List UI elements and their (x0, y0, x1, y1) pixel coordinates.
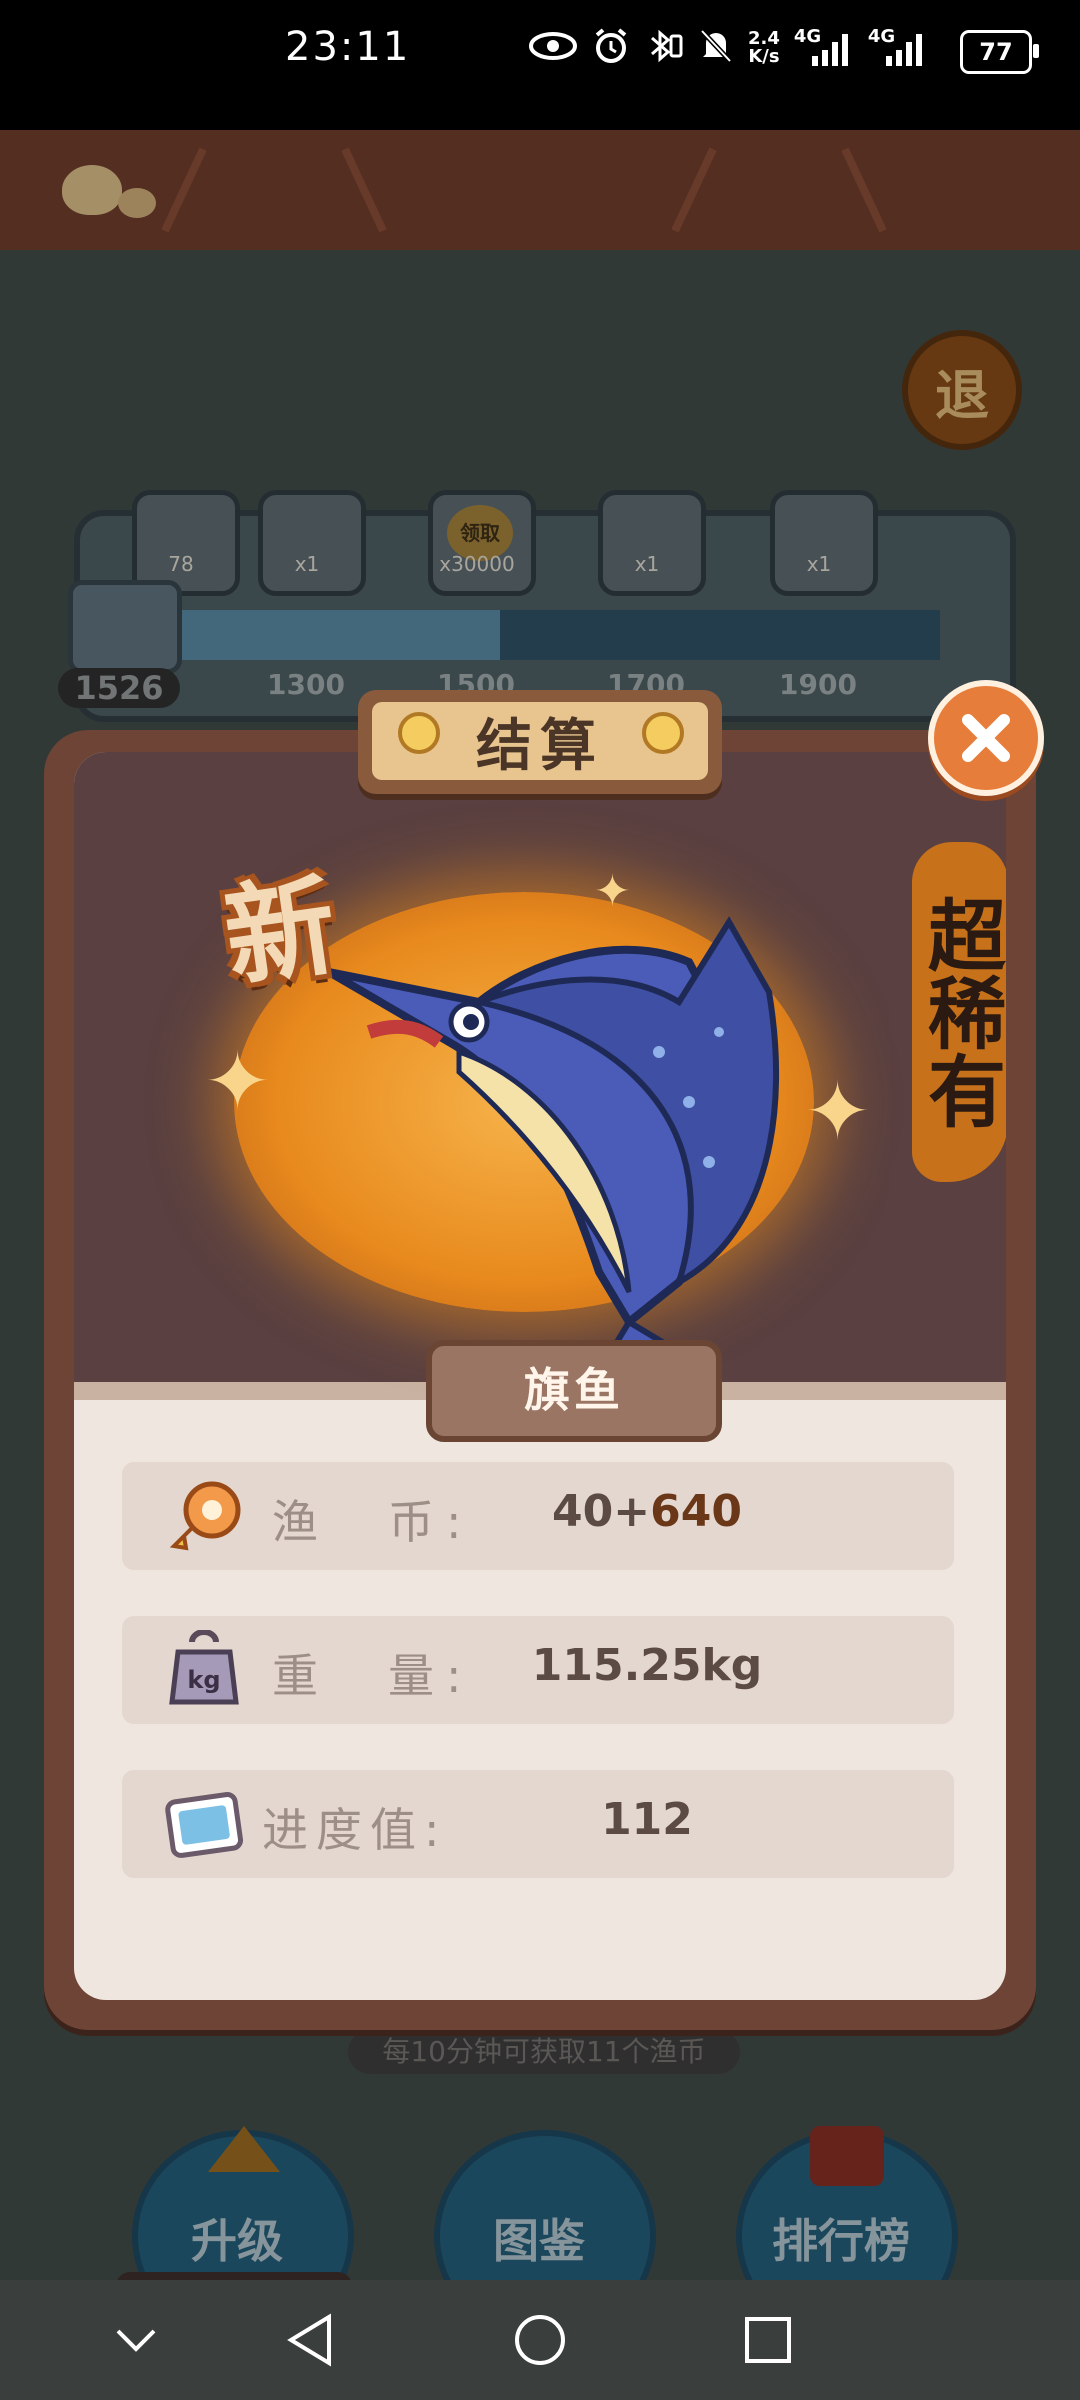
fish-coin-icon (169, 1481, 241, 1551)
close-icon (962, 714, 1010, 762)
nav-recents-button[interactable] (728, 2300, 808, 2380)
recents-square-icon (745, 2317, 791, 2363)
fish-name: 旗鱼 (426, 1340, 722, 1442)
weight-kg-icon: kg (169, 1630, 239, 1705)
rarity-tag: 超稀有 (912, 842, 1006, 1182)
dialog-title: 结算 (476, 713, 604, 779)
settlement-dialog: ✦ ✦ ✦ 新 超稀有 旗鱼 渔 币: 40+640 kg 重 量: 115.2… (44, 730, 1036, 2030)
nav-collapse-button[interactable] (96, 2300, 176, 2380)
status-time: 23:11 (285, 24, 411, 70)
new-tag: 新 (216, 859, 344, 1003)
sparkle-icon: ✦ (204, 1035, 272, 1128)
close-button[interactable] (928, 680, 1044, 796)
alarm-icon (592, 27, 630, 69)
progress-label: 进度值: (262, 1803, 448, 1857)
bluetooth-icon (644, 26, 684, 70)
settlement-dialog-body: ✦ ✦ ✦ 新 超稀有 旗鱼 渔 币: 40+640 kg 重 量: 115.2… (74, 752, 1006, 2000)
status-icons: 2.4 K/s 4G 4G (528, 20, 928, 76)
progress-card-icon (165, 1792, 244, 1858)
coin-base-value: 40+ (552, 1486, 651, 1537)
reward-row-weight: kg 重 量: 115.25kg (122, 1616, 954, 1724)
back-triangle-icon (287, 2313, 331, 2367)
mute-bell-icon (698, 27, 734, 69)
network-type-1: 4G (793, 26, 822, 47)
network-speed: 2.4 K/s (748, 30, 780, 66)
catch-hero-panel: ✦ ✦ ✦ 新 超稀有 (74, 752, 1006, 1400)
eye-icon (528, 31, 578, 65)
system-nav-bar (0, 2280, 1080, 2400)
reward-row-coins: 渔 币: 40+640 (122, 1462, 954, 1570)
sailfish-image (326, 916, 780, 1372)
progress-value: 112 (601, 1794, 693, 1845)
coin-value: 40+640 (422, 1486, 872, 1537)
nav-home-button[interactable] (500, 2300, 580, 2380)
nav-back-button[interactable] (270, 2300, 350, 2380)
network-type-2: 4G (867, 26, 896, 47)
status-bar: 23:11 2.4 K/s 4G 4G 77 (0, 0, 1080, 130)
home-circle-icon (515, 2315, 565, 2365)
dialog-title-plate: 结算 (358, 690, 722, 794)
coin-decor-icon (642, 712, 684, 754)
signal-4g-icon-2: 4G (868, 28, 928, 68)
battery-icon: 77 (960, 30, 1039, 74)
coin-bonus-value: 640 (650, 1486, 742, 1537)
weight-value: 115.25kg (531, 1640, 763, 1691)
signal-4g-icon-1: 4G (794, 28, 854, 68)
reward-row-progress: 进度值: 112 (122, 1770, 954, 1878)
network-speed-unit: K/s (748, 46, 780, 67)
coin-decor-icon (398, 712, 440, 754)
svg-text:kg: kg (187, 1666, 220, 1694)
chevron-down-icon (116, 2329, 156, 2352)
